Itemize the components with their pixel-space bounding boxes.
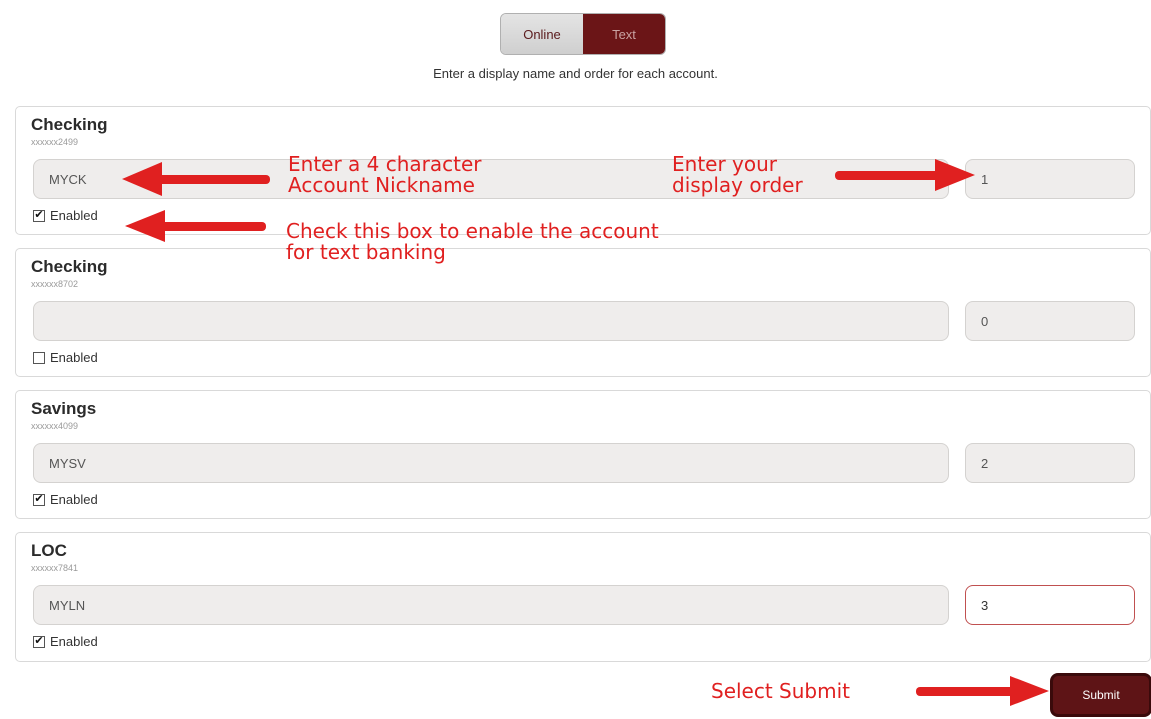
- arrow-right-icon: [916, 676, 1049, 706]
- annotation-text: Enter a 4 character: [288, 152, 482, 176]
- annotation-text: Check this box to enable the account: [286, 219, 659, 243]
- checkbox-unchecked-icon[interactable]: [33, 351, 45, 364]
- nickname-input[interactable]: [33, 301, 949, 341]
- tab-online[interactable]: Online: [501, 14, 583, 54]
- enabled-checkbox[interactable]: ✔ Enabled: [33, 634, 98, 649]
- display-order-input[interactable]: [965, 443, 1135, 483]
- enabled-checkbox[interactable]: ✔ Enabled: [33, 492, 98, 507]
- checkbox-checked-icon[interactable]: ✔: [33, 493, 45, 506]
- annotation-text: Account Nickname: [288, 173, 475, 197]
- display-order-input[interactable]: [965, 301, 1135, 341]
- account-card: Savings xxxxxx4099 ✔ Enabled: [15, 390, 1151, 519]
- nickname-input[interactable]: [33, 443, 949, 483]
- annotation-nickname: Enter a 4 character Account Nickname: [288, 154, 482, 196]
- channel-toggle: Online Text: [501, 14, 665, 54]
- enabled-checkbox[interactable]: Enabled: [33, 350, 98, 365]
- annotation-submit: Select Submit: [711, 679, 851, 703]
- account-number: xxxxxx4099: [31, 421, 79, 431]
- annotation-text: display order: [672, 173, 803, 197]
- enabled-checkbox[interactable]: ✔ Enabled: [33, 208, 98, 223]
- annotation-text: Enter your: [672, 152, 778, 176]
- enabled-label: Enabled: [50, 634, 98, 649]
- annotation-order: Enter your display order: [672, 154, 803, 196]
- checkbox-checked-icon[interactable]: ✔: [33, 209, 45, 222]
- account-name: Savings: [31, 399, 97, 418]
- annotation-text: for text banking: [286, 240, 446, 264]
- instructions-text: Enter a display name and order for each …: [433, 66, 718, 81]
- account-name: Checking: [31, 115, 108, 134]
- display-order-input[interactable]: [965, 159, 1135, 199]
- nickname-input[interactable]: [33, 159, 949, 199]
- annotation-enable: Check this box to enable the account for…: [286, 221, 659, 263]
- submit-button[interactable]: Submit: [1053, 676, 1149, 714]
- account-card: LOC xxxxxx7841 ✔ Enabled: [15, 532, 1151, 662]
- tab-text[interactable]: Text: [583, 14, 665, 54]
- enabled-label: Enabled: [50, 350, 98, 365]
- account-name: Checking: [31, 257, 108, 276]
- account-name: LOC: [31, 541, 67, 560]
- account-number: xxxxxx8702: [31, 279, 79, 289]
- account-card: Checking xxxxxx2499 ✔ Enabled: [15, 106, 1151, 235]
- enabled-label: Enabled: [50, 492, 98, 507]
- account-card: Checking xxxxxx8702 Enabled: [15, 248, 1151, 377]
- account-number: xxxxxx2499: [31, 137, 79, 147]
- display-order-input[interactable]: [965, 585, 1135, 625]
- checkbox-checked-icon[interactable]: ✔: [33, 635, 45, 648]
- account-number: xxxxxx7841: [31, 563, 79, 573]
- nickname-input[interactable]: [33, 585, 949, 625]
- enabled-label: Enabled: [50, 208, 98, 223]
